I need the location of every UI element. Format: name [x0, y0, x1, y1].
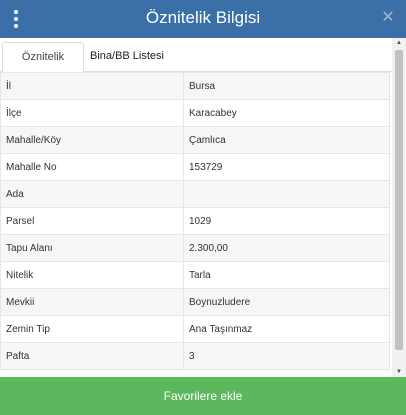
attr-value: 2.300,00 [183, 234, 390, 262]
attr-value: 153729 [183, 153, 390, 181]
attr-key: Tapu Alanı [0, 234, 184, 262]
attr-value [183, 180, 390, 208]
attr-key: Parsel [0, 207, 184, 235]
scrollbar-thumb[interactable] [395, 50, 403, 350]
attr-key: Mevkii [0, 288, 184, 316]
scroll-up-icon[interactable]: ▲ [392, 38, 406, 48]
tab-attribute-info[interactable]: Öznitelik Bilgisi [2, 42, 84, 92]
attr-key: Zemin Tip [0, 315, 184, 343]
table-row: Tapu Alanı 2.300,00 [0, 234, 390, 262]
vertical-scrollbar[interactable]: ▲ ▼ [392, 38, 406, 377]
attr-value: Karacabey [183, 99, 390, 127]
attr-value: Boynuzludere [183, 288, 390, 316]
table-row: Mahalle No 153729 [0, 153, 390, 181]
table-row: Mevkii Boynuzludere [0, 288, 390, 316]
attribute-table-container: İl Bursa İlçe Karacabey Mahalle/Köy Çamlıca… [0, 72, 390, 377]
attr-key: Mahalle/Köy [0, 126, 184, 154]
attr-value: 1029 [183, 207, 390, 235]
table-row: Pafta 3 [0, 342, 390, 370]
table-row: Ada [0, 180, 390, 208]
close-icon[interactable]: ✕ [380, 9, 396, 27]
tab-bar: Öznitelik Bilgisi Bina/BB Listesi [0, 38, 392, 92]
attr-value: 3 [183, 342, 390, 370]
attr-key: Pafta [0, 342, 184, 370]
attr-key: İlçe [0, 99, 184, 127]
table-row: Mahalle/Köy Çamlıca [0, 126, 390, 154]
table-row: Zemin Tip Ana Taşınmaz [0, 315, 390, 343]
table-row: Nitelik Tarla [0, 261, 390, 289]
attr-value: Tarla [183, 261, 390, 289]
attr-key: Mahalle No [0, 153, 184, 181]
dialog-title: Öznitelik Bilgisi [145, 8, 261, 27]
attr-value: Çamlıca [183, 126, 390, 154]
table-row: İlçe Karacabey [0, 99, 390, 127]
table-row: İl Bursa [0, 72, 390, 100]
attr-value: Ana Taşınmaz [183, 315, 390, 343]
attr-key: Nitelik [0, 261, 184, 289]
table-row: Parsel 1029 [0, 207, 390, 235]
scroll-down-icon[interactable]: ▼ [392, 367, 406, 377]
attr-key: Ada [0, 180, 184, 208]
attr-key: İl [0, 72, 184, 100]
tab-building-list[interactable]: Bina/BB Listesi [84, 42, 170, 71]
attribute-table: İl Bursa İlçe Karacabey Mahalle/Köy Çamlıca… [0, 72, 390, 370]
add-to-favorites-button[interactable]: Favorilere ekle [0, 377, 406, 415]
attr-value: Bursa [183, 72, 390, 100]
header-bar: Öznitelik Bilgisi ✕ [0, 0, 406, 38]
